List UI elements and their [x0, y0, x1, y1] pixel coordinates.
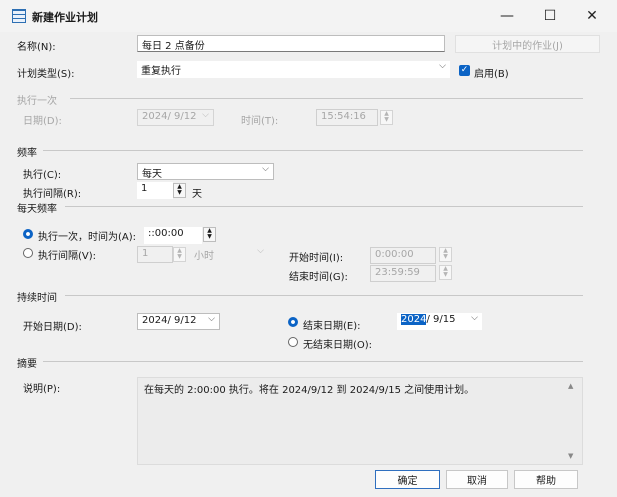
- chevron-down-icon: ⌵: [471, 313, 478, 323]
- chevron-down-icon: ⌵: [202, 110, 209, 120]
- once-date-label: 日期(D):: [23, 116, 62, 127]
- enabled-checkbox[interactable]: ✓: [459, 65, 470, 76]
- once-date-picker[interactable]: 2024/ 9/12 ⌵: [137, 109, 214, 126]
- divider: [65, 295, 583, 296]
- help-button[interactable]: 帮助: [514, 470, 578, 489]
- minimize-button[interactable]: —: [485, 0, 529, 32]
- divider: [43, 361, 583, 362]
- daily-end-label: 结束时间(G):: [289, 272, 348, 283]
- calendar-app-icon: [12, 9, 26, 23]
- daily-every-field[interactable]: 1: [137, 246, 173, 263]
- end-date-label: 结束日期(E):: [303, 321, 361, 332]
- frequency-run-select[interactable]: 每天 ⌵: [137, 163, 274, 180]
- once-group-label: 执行一次: [17, 96, 57, 107]
- frequency-interval-field[interactable]: 1: [137, 182, 173, 199]
- frequency-interval-label: 执行间隔(R):: [23, 189, 82, 200]
- schedule-type-value: 重复执行: [141, 66, 181, 77]
- daily-end-field[interactable]: 23:59:59: [370, 265, 436, 282]
- end-date-picker[interactable]: 2024/ 9/15 ⌵: [397, 313, 482, 330]
- window-title: 新建作业计划: [32, 11, 98, 24]
- scroll-down-icon[interactable]: ▼: [568, 452, 573, 460]
- once-time-field[interactable]: 15:54:16: [316, 109, 378, 126]
- summary-desc-label: 说明(P):: [23, 384, 61, 395]
- chevron-down-icon: ⌵: [262, 164, 269, 174]
- summary-description-box[interactable]: 在每天的 2:00:00 执行。将在 2024/9/12 到 2024/9/15…: [137, 377, 583, 465]
- daily-every-unit-select[interactable]: 小时 ⌵: [190, 246, 268, 263]
- schedule-type-label: 计划类型(S):: [17, 69, 75, 80]
- name-label: 名称(N):: [17, 42, 56, 53]
- daily-end-spinner[interactable]: ▲ ▼: [439, 265, 452, 280]
- enabled-label: 启用(B): [474, 69, 509, 80]
- once-time-label: 时间(T):: [241, 116, 279, 127]
- daily-every-unit-value: 小时: [194, 251, 214, 262]
- duration-start-value: 2024/ 9/12: [142, 315, 197, 326]
- end-date-year: 2024: [401, 314, 427, 325]
- end-date-rest: / 9/15: [426, 314, 456, 325]
- daily-start-label: 开始时间(I):: [289, 253, 344, 264]
- daily-once-time-field[interactable]: ::00:00: [144, 227, 202, 244]
- scroll-up-icon[interactable]: ▲: [568, 382, 573, 390]
- frequency-run-label: 执行(C):: [23, 170, 62, 181]
- duration-group-label: 持续时间: [17, 293, 57, 304]
- no-end-date-label: 无结束日期(O):: [303, 340, 373, 351]
- cancel-button[interactable]: 取消: [446, 470, 508, 489]
- summary-description-text: 在每天的 2:00:00 执行。将在 2024/9/12 到 2024/9/15…: [144, 385, 475, 396]
- jobs-in-schedule-button[interactable]: 计划中的作业(J): [455, 35, 600, 53]
- duration-start-label: 开始日期(D):: [23, 322, 82, 333]
- chevron-down-icon: ⌵: [439, 61, 446, 71]
- daily-every-radio[interactable]: [23, 248, 33, 258]
- duration-start-date-picker[interactable]: 2024/ 9/12 ⌵: [137, 313, 220, 330]
- summary-group-label: 摘要: [17, 359, 37, 370]
- chevron-down-icon: ⌵: [257, 246, 264, 256]
- daily-once-radio[interactable]: [23, 229, 33, 239]
- daily-every-label: 执行间隔(V):: [38, 251, 97, 262]
- once-time-spinner[interactable]: ▲ ▼: [380, 110, 393, 125]
- frequency-interval-unit: 天: [192, 189, 202, 200]
- close-button[interactable]: ✕: [570, 0, 614, 32]
- divider: [65, 206, 583, 207]
- once-date-value: 2024/ 9/12: [142, 111, 197, 122]
- maximize-button[interactable]: ☐: [528, 0, 572, 32]
- name-field[interactable]: 每日 2 点备份: [137, 35, 445, 52]
- daily-every-spinner[interactable]: ▲ ▼: [173, 247, 186, 262]
- daily-once-label: 执行一次，时间为(A):: [38, 232, 137, 243]
- chevron-down-icon: ⌵: [208, 314, 215, 324]
- ok-button[interactable]: 确定: [375, 470, 440, 489]
- divider: [70, 98, 583, 99]
- end-date-radio[interactable]: [288, 317, 298, 327]
- frequency-group-label: 频率: [17, 148, 37, 159]
- daily-group-label: 每天频率: [17, 204, 57, 215]
- divider: [43, 150, 583, 151]
- schedule-type-select[interactable]: 重复执行 ⌵: [137, 61, 450, 78]
- daily-start-field[interactable]: 0:00:00: [370, 247, 436, 264]
- no-end-date-radio[interactable]: [288, 337, 298, 347]
- daily-once-time-spinner[interactable]: ▲ ▼: [203, 227, 216, 242]
- daily-start-spinner[interactable]: ▲ ▼: [439, 247, 452, 262]
- frequency-interval-spinner[interactable]: ▲ ▼: [173, 183, 186, 198]
- frequency-run-value: 每天: [142, 169, 162, 180]
